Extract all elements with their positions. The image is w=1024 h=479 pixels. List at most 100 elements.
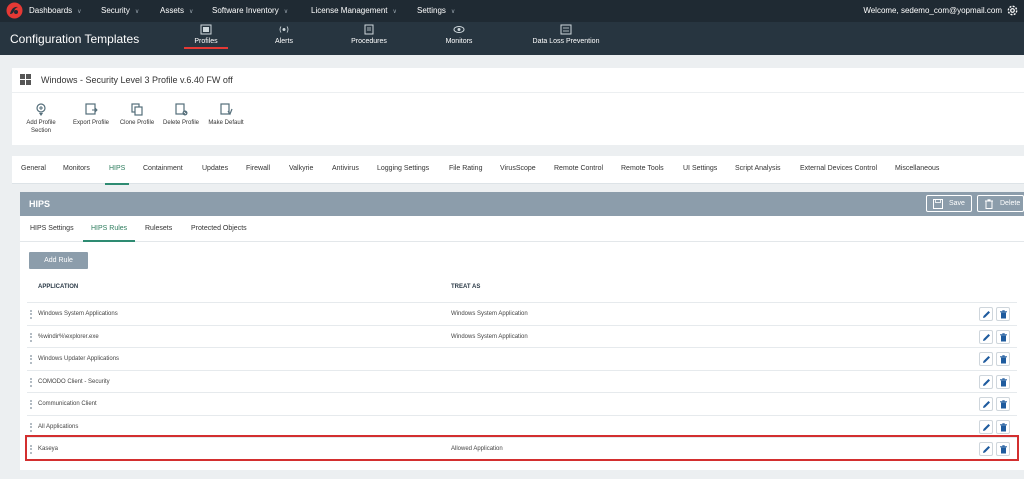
save-icon [933, 199, 943, 209]
application-cell: COMODO Client - Security [38, 378, 110, 385]
trash-icon [1000, 310, 1007, 319]
delete-button[interactable]: Delete [977, 195, 1024, 212]
table-row[interactable]: Windows System Applications Windows Syste… [27, 302, 1017, 324]
drag-handle-icon[interactable] [30, 422, 32, 432]
clone-profile-button[interactable]: Clone Profile [118, 103, 156, 127]
nav-security[interactable]: Security ∨ [101, 6, 139, 15]
nav-software-inventory[interactable]: Software Inventory ∨ [212, 6, 288, 15]
make-default-icon [219, 103, 233, 116]
tab-logging-settings[interactable]: Logging Settings [377, 165, 429, 172]
nav-dashboards-label: Dashboards [29, 6, 73, 15]
drag-handle-icon[interactable] [30, 332, 32, 342]
tab-antivirus[interactable]: Antivirus [332, 165, 359, 172]
tab-script-analysis[interactable]: Script Analysis [735, 165, 781, 172]
pencil-icon [983, 423, 990, 431]
chevron-down-icon: ∨ [392, 9, 397, 15]
trash-icon [1000, 377, 1007, 386]
welcome-user[interactable]: Welcome, sedemo_com@yopmail.com [863, 6, 1002, 15]
subtab-hips-settings[interactable]: HIPS Settings [30, 225, 74, 232]
delete-row-button[interactable] [996, 442, 1010, 456]
nav-assets[interactable]: Assets ∨ [160, 6, 193, 15]
tab-remote-control[interactable]: Remote Control [554, 165, 603, 172]
tab-data-loss-prevention[interactable]: Data Loss Prevention [528, 24, 604, 45]
export-profile-button[interactable]: Export Profile [72, 103, 110, 127]
tab-alerts[interactable]: Alerts [271, 24, 297, 45]
edit-button[interactable] [979, 307, 993, 321]
nav-dashboards[interactable]: Dashboards ∨ [29, 6, 82, 15]
subtab-protected-objects[interactable]: Protected Objects [191, 225, 247, 232]
drag-handle-icon[interactable] [30, 310, 32, 319]
edit-button[interactable] [979, 329, 993, 344]
nav-assets-label: Assets [160, 6, 185, 15]
nav-security-label: Security [101, 6, 130, 15]
hips-panel: HIPS Save Delete HIPS Settings HIPS Rule… [20, 192, 1024, 470]
tab-virusscope[interactable]: VirusScope [500, 165, 536, 172]
tab-monitors[interactable]: Monitors [443, 24, 475, 45]
delete-row-button[interactable] [996, 307, 1010, 321]
tab-remote-tools[interactable]: Remote Tools [621, 165, 664, 172]
subtab-hips-rules[interactable]: HIPS Rules [82, 225, 136, 242]
drag-handle-icon[interactable] [30, 445, 32, 454]
trash-icon [985, 199, 993, 209]
app-logo-icon[interactable] [6, 2, 23, 19]
tab-containment[interactable]: Containment [143, 165, 183, 172]
tab-monitors-section[interactable]: Monitors [63, 165, 90, 172]
gear-icon[interactable] [1006, 4, 1019, 17]
drag-handle-icon[interactable] [30, 377, 32, 387]
treat-as-cell: Allowed Application [451, 446, 503, 452]
tab-valkyrie[interactable]: Valkyrie [289, 165, 313, 172]
alerts-icon [279, 26, 289, 33]
delete-profile-button[interactable]: Delete Profile [162, 103, 200, 127]
top-navigation: Dashboards ∨ Security ∨ Assets ∨ Software I… [0, 0, 1024, 22]
table-row[interactable]: %windir%\explorer.exe Windows System Appl… [27, 324, 1017, 347]
application-cell: Windows System Applications [38, 311, 118, 317]
edit-button[interactable] [979, 442, 993, 456]
application-cell: All Applications [38, 423, 79, 430]
trash-icon [1000, 355, 1007, 364]
delete-row-button[interactable] [996, 329, 1010, 344]
save-button[interactable]: Save [926, 195, 972, 212]
tab-miscellaneous[interactable]: Miscellaneous [895, 165, 939, 172]
tab-ui-settings[interactable]: UI Settings [683, 165, 717, 172]
edit-button[interactable] [979, 374, 993, 389]
make-default-button[interactable]: Make Default [207, 103, 245, 127]
pencil-icon [983, 356, 990, 363]
subtab-rulesets[interactable]: Rulesets [145, 225, 172, 232]
delete-row-button[interactable] [996, 374, 1010, 389]
treat-as-cell: Windows System Application [451, 311, 528, 317]
tab-updates[interactable]: Updates [202, 165, 228, 172]
tab-firewall[interactable]: Firewall [246, 165, 270, 172]
chevron-down-icon: ∨ [450, 9, 456, 15]
table-row[interactable]: Windows Updater Applications [27, 347, 1017, 369]
edit-button[interactable] [979, 397, 993, 411]
edit-button[interactable] [979, 419, 993, 434]
tab-profiles[interactable]: Profiles [184, 24, 228, 49]
tab-monitors-label: Monitors [445, 38, 473, 45]
tab-external-devices-control[interactable]: External Devices Control [800, 165, 877, 172]
table-row[interactable]: Communication Client [27, 392, 1017, 414]
make-default-label: Make Default [208, 120, 244, 126]
tab-general[interactable]: General [21, 165, 46, 172]
tab-hips[interactable]: HIPS [104, 165, 130, 185]
add-section-label-line2: Section [30, 128, 51, 134]
column-header-application: APPLICATION [38, 284, 79, 290]
drag-handle-icon[interactable] [30, 355, 32, 364]
page-title: Configuration Templates [10, 32, 140, 46]
nav-license-management-label: License Management [311, 6, 388, 15]
delete-row-button[interactable] [996, 352, 1010, 366]
tab-procedures[interactable]: Procedures [348, 24, 390, 45]
delete-row-button[interactable] [996, 397, 1010, 411]
add-rule-button[interactable]: Add Rule [29, 252, 88, 269]
add-profile-section-button[interactable]: Add Profile Section [23, 103, 59, 135]
nav-license-management[interactable]: License Management ∨ [311, 6, 397, 15]
edit-button[interactable] [979, 352, 993, 366]
table-row[interactable]: Kaseya Allowed Application [25, 435, 1019, 461]
delete-row-button[interactable] [996, 419, 1010, 434]
hips-subtabs: HIPS Settings HIPS Rules Rulesets Protec… [20, 216, 1024, 242]
tab-file-rating[interactable]: File Rating [449, 165, 482, 172]
nav-settings[interactable]: Settings ∨ [417, 6, 455, 15]
table-row[interactable]: All Applications [27, 414, 1017, 437]
table-row[interactable]: COMODO Client - Security [27, 369, 1017, 392]
export-icon [84, 103, 98, 115]
drag-handle-icon[interactable] [30, 400, 32, 409]
